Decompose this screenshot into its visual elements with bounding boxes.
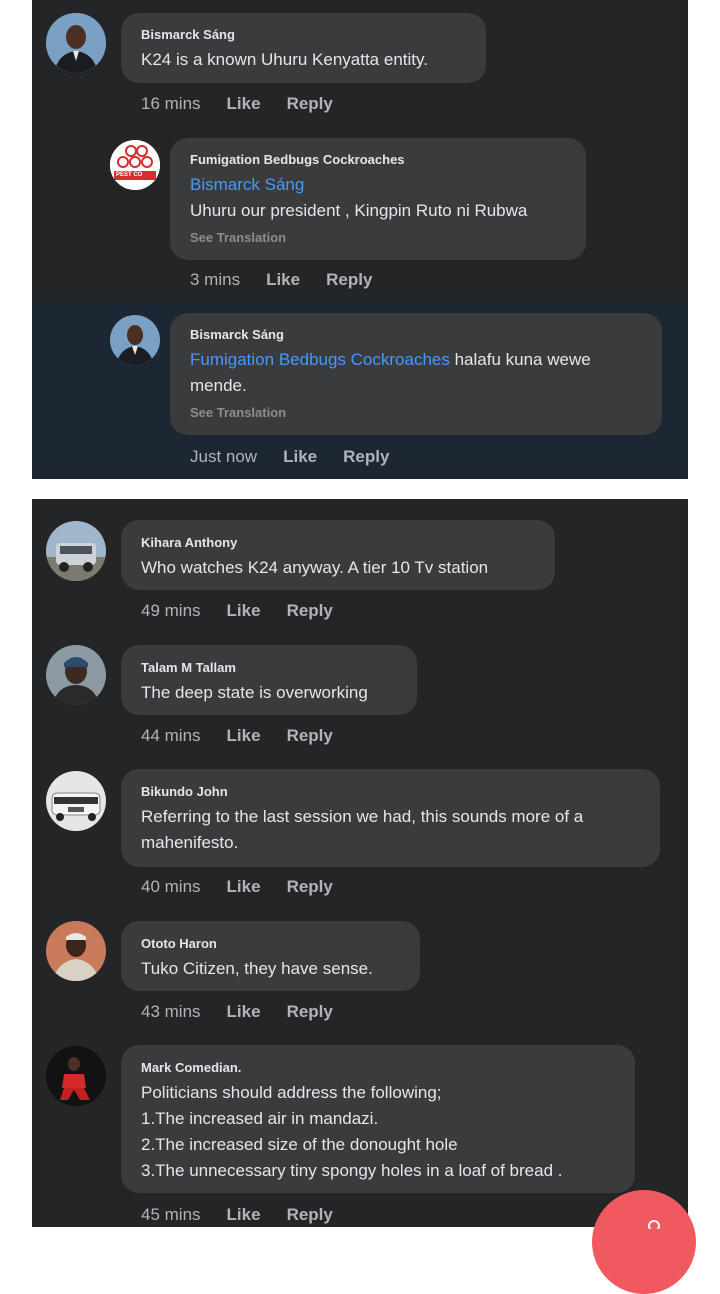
reply-button[interactable]: Reply — [287, 1002, 333, 1022]
like-button[interactable]: Like — [227, 1205, 261, 1225]
comment-time: 16 mins — [141, 94, 201, 113]
reply-button[interactable]: Reply — [287, 726, 333, 746]
comment-text: Fumigation Bedbugs Cockroaches halafu ku… — [190, 347, 642, 373]
comment-author[interactable]: Bikundo John — [141, 784, 640, 800]
comment-actions: 3 mins Like Reply — [190, 270, 372, 290]
comment-text-line3: 2.The increased size of the donought hol… — [141, 1135, 458, 1154]
comment-text-line4: 3.The unnecessary tiny spongy holes in a… — [141, 1161, 563, 1180]
comment-text-line2: 1.The increased air in mandazi. — [141, 1109, 379, 1128]
avatar[interactable] — [110, 315, 160, 365]
comment-bubble: Ototo Haron Tuko Citizen, they have sens… — [121, 921, 420, 991]
like-button[interactable]: Like — [227, 726, 261, 746]
person-avatar-icon — [46, 921, 106, 981]
comment-author[interactable]: Bismarck Sáng — [190, 327, 642, 343]
comment-text: K24 is a known Uhuru Kenyatta entity. — [141, 50, 428, 69]
comment-time: 45 mins — [141, 1205, 201, 1224]
comment-text: Who watches K24 anyway. A tier 10 Tv sta… — [141, 558, 489, 577]
comment-actions: 49 mins Like Reply — [141, 601, 333, 621]
reply-button[interactable]: Reply — [287, 877, 333, 897]
comment-actions: 16 mins Like Reply — [141, 94, 333, 114]
reply-button[interactable]: Reply — [287, 1205, 333, 1225]
avatar-logo-text: PEST CO — [116, 172, 143, 178]
comment-time: 3 mins — [190, 270, 241, 289]
comment-time: 44 mins — [141, 726, 201, 745]
comment-author[interactable]: Talam M Tallam — [141, 660, 397, 676]
like-button[interactable]: Like — [227, 1002, 261, 1022]
comment-actions: 44 mins Like Reply — [141, 726, 333, 746]
comment-bubble: Fumigation Bedbugs Cockroaches Bismarck … — [170, 138, 586, 260]
comment-bubble: Bismarck Sáng Fumigation Bedbugs Cockroa… — [170, 313, 662, 435]
like-button[interactable]: Like — [227, 94, 261, 114]
car-avatar-icon — [46, 771, 106, 831]
comment-text-line2: mahenifesto. — [141, 833, 239, 852]
comment-author[interactable]: Kihara Anthony — [141, 535, 535, 551]
comment-time: 49 mins — [141, 601, 201, 620]
person-avatar-icon — [46, 1046, 106, 1106]
comment-text-line1: Referring to the last session we had, th… — [141, 807, 584, 826]
person-avatar-icon — [46, 13, 106, 73]
fab-icon — [648, 1220, 660, 1229]
comment-bubble: Talam M Tallam The deep state is overwor… — [121, 645, 417, 715]
like-button[interactable]: Like — [283, 447, 317, 467]
mention-link[interactable]: Fumigation Bedbugs Cockroaches — [190, 350, 450, 369]
comment-author[interactable]: Mark Comedian. — [141, 1060, 615, 1076]
comment-actions: 45 mins Like Reply — [141, 1205, 333, 1225]
comment-bubble: Bikundo John Referring to the last sessi… — [121, 769, 660, 867]
comment-actions: 40 mins Like Reply — [141, 877, 333, 897]
comment-thread-screenshot-1: Bismarck Sáng K24 is a known Uhuru Kenya… — [32, 0, 688, 479]
avatar[interactable]: PEST CO — [110, 140, 160, 190]
reply-button[interactable]: Reply — [343, 447, 389, 467]
comment-author[interactable]: Bismarck Sáng — [141, 27, 466, 43]
comment-text: Tuko Citizen, they have sense. — [141, 959, 373, 978]
avatar[interactable] — [46, 521, 106, 581]
like-button[interactable]: Like — [227, 877, 261, 897]
floating-action-button[interactable] — [592, 1190, 696, 1294]
car-avatar-icon — [46, 521, 106, 581]
comment-author[interactable]: Ototo Haron — [141, 936, 400, 952]
comment-actions: Just now Like Reply — [190, 447, 389, 467]
comment-text-line1: halafu kuna wewe — [449, 350, 591, 369]
reply-button[interactable]: Reply — [287, 94, 333, 114]
comment-time: 43 mins — [141, 1002, 201, 1021]
comment-author[interactable]: Fumigation Bedbugs Cockroaches — [190, 152, 566, 168]
comment-thread-screenshot-2: Kihara Anthony Who watches K24 anyway. A… — [32, 499, 688, 1227]
see-translation-link[interactable]: See Translation — [190, 230, 566, 246]
comment-text-line2: mende. — [190, 376, 247, 395]
avatar[interactable] — [46, 771, 106, 831]
see-translation-link[interactable]: See Translation — [190, 405, 642, 421]
comment-actions: 43 mins Like Reply — [141, 1002, 333, 1022]
comment-bubble: Bismarck Sáng K24 is a known Uhuru Kenya… — [121, 13, 486, 83]
avatar[interactable] — [46, 921, 106, 981]
pest-control-logo-icon — [110, 140, 160, 190]
like-button[interactable]: Like — [227, 601, 261, 621]
person-avatar-icon — [110, 315, 160, 365]
avatar[interactable] — [46, 13, 106, 73]
avatar[interactable] — [46, 1046, 106, 1106]
person-avatar-icon — [46, 645, 106, 705]
comment-text: Uhuru our president , Kingpin Ruto ni Ru… — [190, 201, 528, 220]
comment-time: 40 mins — [141, 877, 201, 896]
reply-button[interactable]: Reply — [287, 601, 333, 621]
comment-time: Just now — [190, 447, 258, 466]
like-button[interactable]: Like — [266, 270, 300, 290]
comment-bubble: Mark Comedian. Politicians should addres… — [121, 1045, 635, 1193]
comment-bubble: Kihara Anthony Who watches K24 anyway. A… — [121, 520, 555, 590]
comment-text-line1: Politicians should address the following… — [141, 1083, 442, 1102]
comment-text: The deep state is overworking — [141, 683, 368, 702]
avatar[interactable] — [46, 645, 106, 705]
reply-button[interactable]: Reply — [326, 270, 372, 290]
mention-link[interactable]: Bismarck Sáng — [190, 172, 566, 198]
